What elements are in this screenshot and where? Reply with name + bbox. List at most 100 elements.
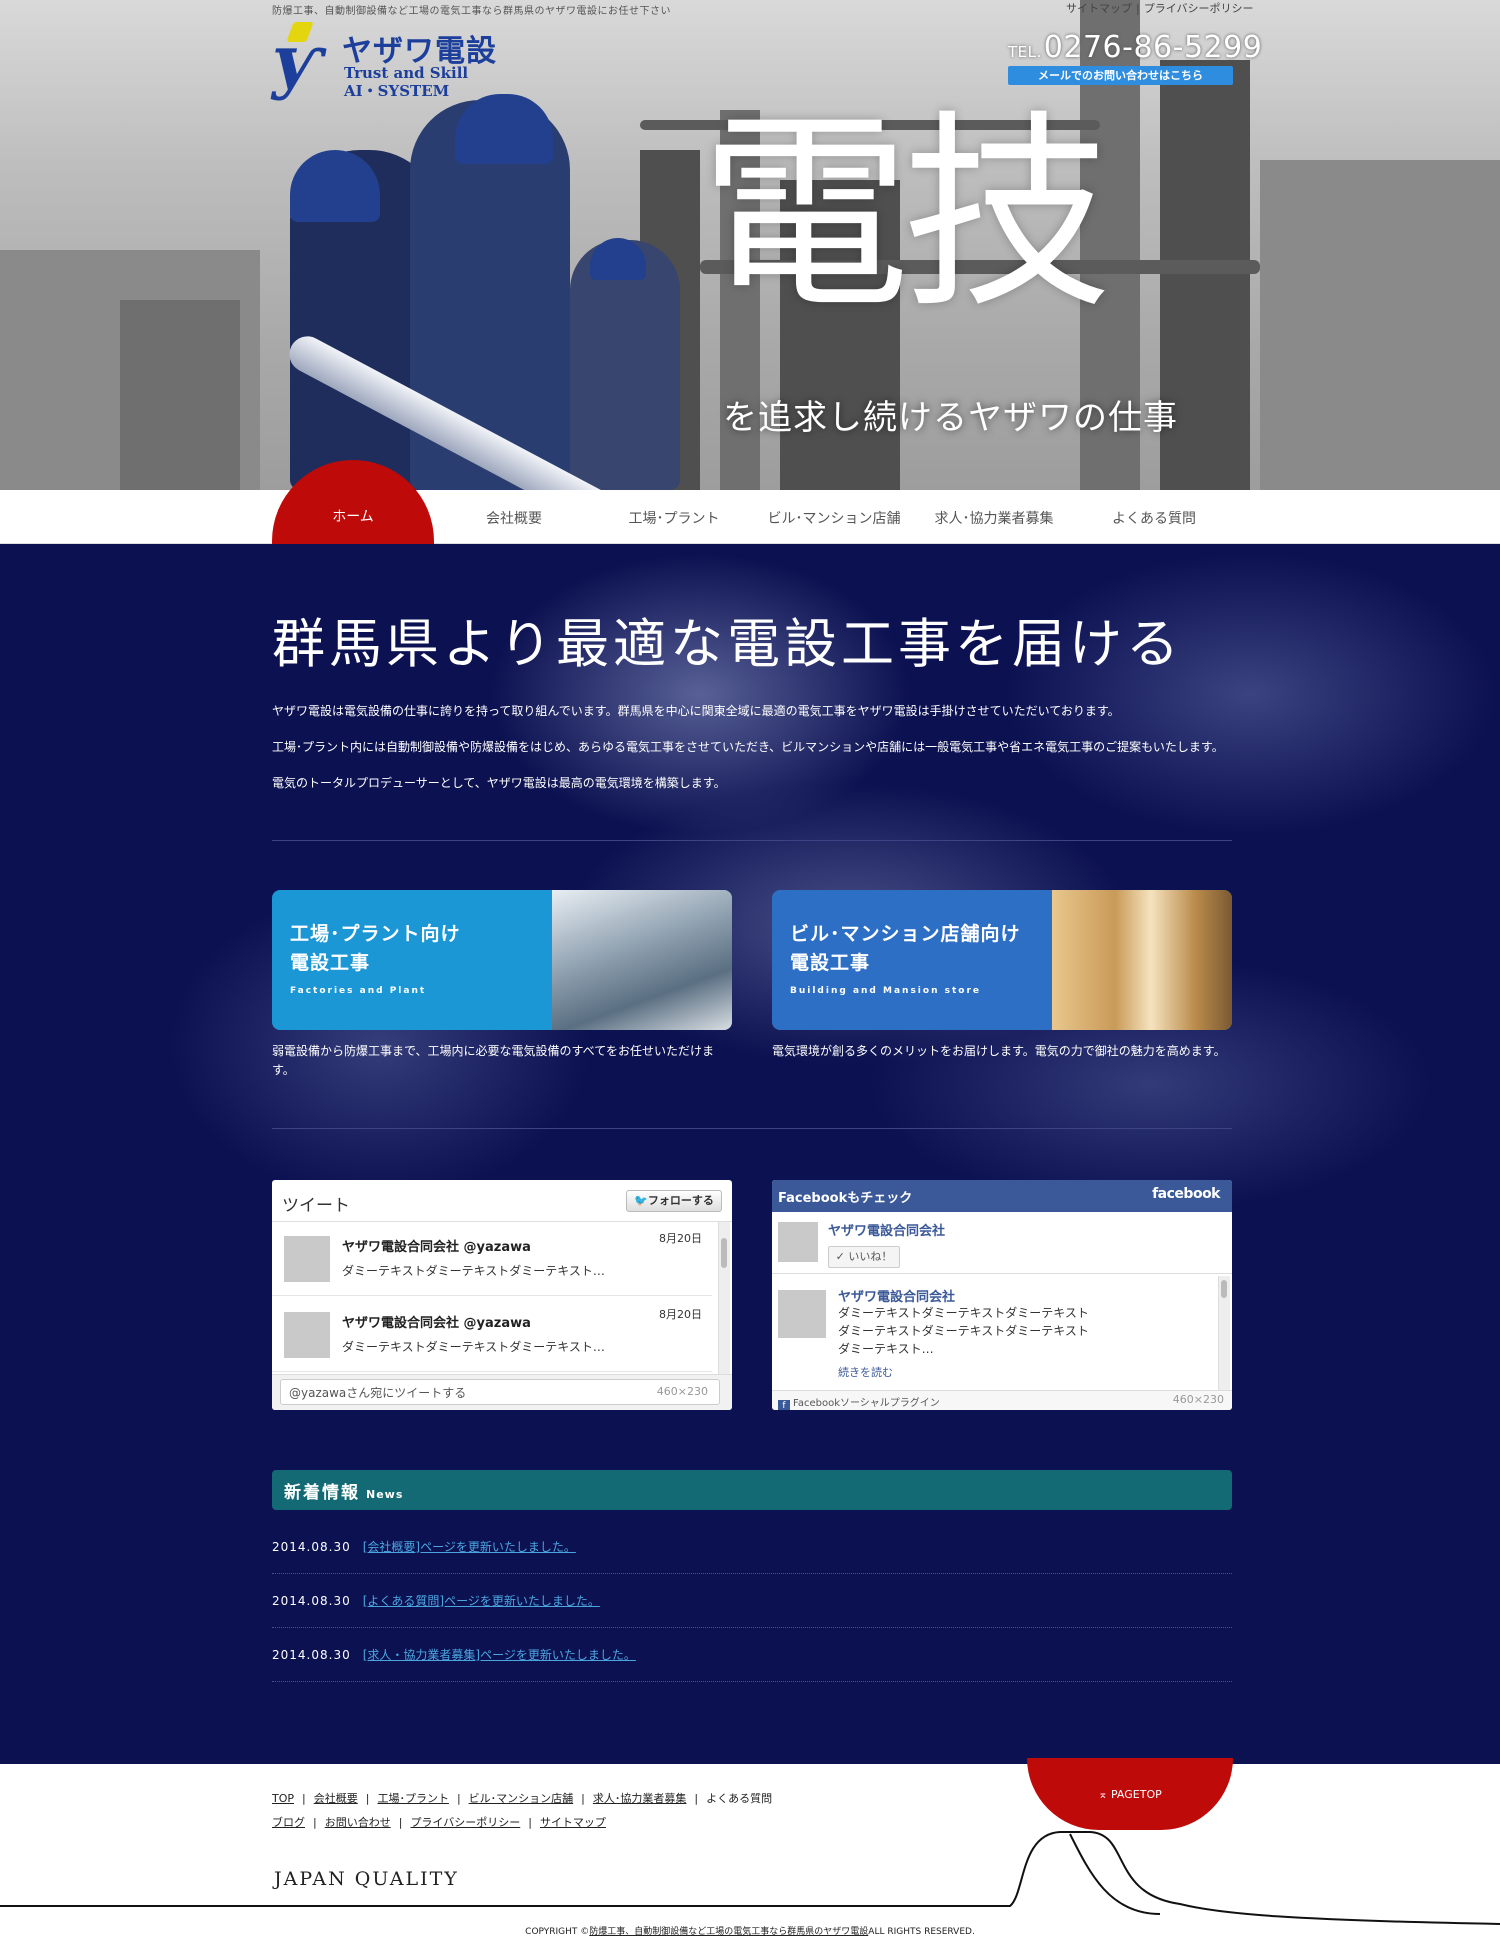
post-line: ダミーテキスト… <box>838 1342 934 1356</box>
privacy-policy-link[interactable]: プライバシーポリシー <box>1140 2 1258 15</box>
footer-wave-line <box>0 1831 1500 1925</box>
facebook-logo: facebook <box>1152 1186 1220 1202</box>
global-nav: ホーム 会社概要 工場･プラント ビル･マンション店舗 求人･協力業者募集 よく… <box>0 460 1500 544</box>
facebook-icon: f <box>778 1400 790 1410</box>
tweet-text: ダミーテキストダミーテキストダミーテキスト… <box>342 1264 605 1278</box>
site-footer: TOP | 会社概要 | 工場･プラント | ビル･マンション店舗 | 求人･協力業者募集 | よく… <box>0 1758 1500 1949</box>
news-item: 2014.08.30 [会社概要]ページを更新いたしました。 <box>272 1520 1232 1574</box>
scrollbar-thumb[interactable] <box>721 1238 727 1268</box>
service-card-building[interactable]: ビル･マンション店舗向け 電設工事 Building and Mansion s… <box>772 890 1232 1030</box>
read-more-link[interactable]: 続きを読む <box>838 1364 893 1380</box>
facebook-like-button[interactable]: ✓ いいね！ <box>828 1246 900 1268</box>
factory-photo <box>552 890 732 1030</box>
news-link[interactable]: [会社概要]ページを更新いたしました。 <box>363 1540 576 1554</box>
facebook-widget-title: Facebookもチェック <box>778 1191 913 1206</box>
news-title-en: News <box>366 1488 404 1501</box>
check-icon: ✓ <box>835 1250 849 1263</box>
nav-item-faq[interactable]: よくある質問 <box>1074 508 1234 528</box>
intro-paragraph: 電気のトータルプロデューサーとして、ヤザワ電設は最高の電気環境を構築します。 <box>272 776 726 790</box>
building-photo <box>1052 890 1232 1030</box>
like-label: いいね！ <box>848 1250 893 1263</box>
copyright: COPYRIGHT ©防爆工事、自動制御設備など工場の電気工事なら群馬県のヤザワ… <box>0 1924 1500 1937</box>
facebook-widget-header: Facebookもチェック facebook <box>772 1180 1232 1212</box>
hero-banner: 防爆工事、自動制御設備など工場の電気工事なら群馬県のヤザワ電設にお任せ下さい サ… <box>0 0 1500 490</box>
hardhat-icon <box>455 94 553 164</box>
twitter-widget: ツイート 🐦フォローする ヤザワ電設合同会社 @yazawa 8月20日 ダミー… <box>272 1180 732 1410</box>
intro-paragraph: 工場･プラント内には自動制御設備や防爆設備をはじめ、あらゆる電気工事をさせていた… <box>272 740 1224 754</box>
site-logo[interactable]: ƴ ヤザワ電設 Trust and Skill AI・SYSTEM <box>272 22 532 102</box>
twitter-widget-title: ツイート <box>282 1196 350 1216</box>
facebook-post-text: ダミーテキストダミーテキストダミーテキスト ダミーテキストダミーテキストダミーテ… <box>838 1304 1198 1358</box>
divider <box>272 1128 1232 1129</box>
sitemap-link[interactable]: サイトマップ <box>1062 2 1136 15</box>
card-text: 工場･プラント向け 電設工事 Factories and Plant <box>272 890 552 1030</box>
news-date: 2014.08.30 <box>272 1648 351 1662</box>
copyright-link[interactable]: 防爆工事、自動制御設備など工場の電気工事なら群馬県のヤザワ電設 <box>589 1927 868 1937</box>
card-subtitle: Building and Mansion store <box>790 986 981 996</box>
nav-item-recruit[interactable]: 求人･協力業者募集 <box>914 508 1074 528</box>
facebook-post-author[interactable]: ヤザワ電設合同会社 <box>838 1286 955 1305</box>
tweet-item[interactable]: ヤザワ電設合同会社 @yazawa 8月20日 ダミーテキストダミーテキストダミ… <box>272 1222 712 1296</box>
card-title: 電設工事 <box>290 952 371 974</box>
nav-item-company[interactable]: 会社概要 <box>434 508 594 528</box>
tel-prefix: TEL. <box>1008 43 1042 61</box>
top-links: サイトマップ | プライバシーポリシー <box>1062 0 1258 16</box>
main-content: 群馬県より最適な電設工事を届ける ヤザワ電設は電気設備の仕事に誇りを持って取り組… <box>0 544 1500 1764</box>
twitter-scrollbar[interactable] <box>718 1222 730 1374</box>
facebook-scrollbar[interactable] <box>1218 1276 1230 1390</box>
tweet-item[interactable]: ヤザワ電設合同会社 @yazawa 8月20日 ダミーテキストダミーテキストダミ… <box>272 1298 712 1372</box>
hero-title: 電技 <box>700 92 1112 337</box>
avatar <box>284 1312 330 1358</box>
card-title: 電設工事 <box>790 952 871 974</box>
scrollbar-thumb[interactable] <box>1221 1280 1227 1298</box>
post-line: ダミーテキストダミーテキストダミーテキスト <box>838 1306 1089 1320</box>
facebook-widget: Facebookもチェック facebook ヤザワ電設合同会社 ✓ いいね！ … <box>772 1180 1232 1410</box>
tweet-text: ダミーテキストダミーテキストダミーテキスト… <box>342 1340 605 1354</box>
card-subtitle: Factories and Plant <box>290 986 427 996</box>
nav-item-factory[interactable]: 工場･プラント <box>594 508 754 528</box>
service-card-factory[interactable]: 工場･プラント向け 電設工事 Factories and Plant <box>272 890 732 1030</box>
plant-building <box>120 300 240 490</box>
tweet-date: 8月20日 <box>659 1308 702 1321</box>
avatar <box>778 1290 826 1338</box>
twitter-follow-button[interactable]: 🐦フォローする <box>626 1190 722 1212</box>
twitter-bird-icon: 🐦 <box>634 1194 648 1207</box>
facebook-page-name[interactable]: ヤザワ電設合同会社 <box>828 1220 945 1239</box>
mail-contact-button[interactable]: メールでのお問い合わせはこちら <box>1008 66 1233 85</box>
nav-item-building[interactable]: ビル･マンション店舗 <box>754 508 914 528</box>
logo-mark-icon: ƴ <box>272 19 321 102</box>
divider <box>272 840 1232 841</box>
news-link[interactable]: [よくある質問]ページを更新いたしました。 <box>363 1594 600 1608</box>
tel-number: 0276-86-5299 <box>1043 30 1263 65</box>
news-date: 2014.08.30 <box>272 1594 351 1608</box>
japan-quality-text: JAPAN QUALITY <box>274 1868 459 1890</box>
tweet-input[interactable]: @yazawaさん宛にツイートする <box>280 1379 720 1405</box>
intro-heading: 群馬県より最適な電設工事を届ける <box>272 614 1183 675</box>
hero-subtitle: を追求し続けるヤザワの仕事 <box>723 398 1178 438</box>
intro-paragraph: ヤザワ電設は電気設備の仕事に誇りを持って取り組んでいます。群馬県を中心に関東全域… <box>272 704 1120 718</box>
logo-subtitle: AI・SYSTEM <box>344 82 450 100</box>
tweet-date: 8月20日 <box>659 1232 702 1245</box>
avatar <box>284 1236 330 1282</box>
avatar <box>778 1222 818 1262</box>
card-title: 工場･プラント向け <box>290 923 461 945</box>
header-tagline: 防爆工事、自動制御設備など工場の電気工事なら群馬県のヤザワ電設にお任せ下さい <box>272 6 671 17</box>
plant-building <box>1260 160 1500 490</box>
card-description: 電気環境が創る多くのメリットをお届けします。電気の力で御社の魅力を高めます。 <box>772 1044 1226 1058</box>
news-title: 新着情報 <box>284 1483 360 1503</box>
news-link[interactable]: [求人・協力業者募集]ページを更新いたしました。 <box>363 1648 636 1662</box>
card-text: ビル･マンション店舗向け 電設工事 Building and Mansion s… <box>772 890 1052 1030</box>
twitter-widget-header: ツイート 🐦フォローする <box>272 1180 732 1222</box>
fb-plugin-label: Facebookソーシャルプラグイン <box>793 1398 940 1409</box>
copyright-suffix: ALL RIGHTS RESERVED. <box>868 1927 975 1937</box>
follow-label: フォローする <box>647 1194 714 1207</box>
news-heading: 新着情報 News <box>272 1470 1232 1510</box>
news-item: 2014.08.30 [よくある質問]ページを更新いたしました。 <box>272 1574 1232 1628</box>
tweet-author: ヤザワ電設合同会社 @yazawa <box>342 1240 531 1255</box>
post-line: ダミーテキストダミーテキストダミーテキスト <box>838 1324 1089 1338</box>
news-item: 2014.08.30 [求人・協力業者募集]ページを更新いたしました。 <box>272 1628 1232 1682</box>
facebook-widget-footer: f Facebookソーシャルプラグイン <box>772 1390 1232 1410</box>
card-description: 弱電設備から防爆工事まで、工場内に必要な電気設備のすべてをお任せいただけます。 <box>272 1044 714 1077</box>
news-date: 2014.08.30 <box>272 1540 351 1554</box>
phone-number: TEL.0276-86-5299 <box>1008 30 1262 65</box>
